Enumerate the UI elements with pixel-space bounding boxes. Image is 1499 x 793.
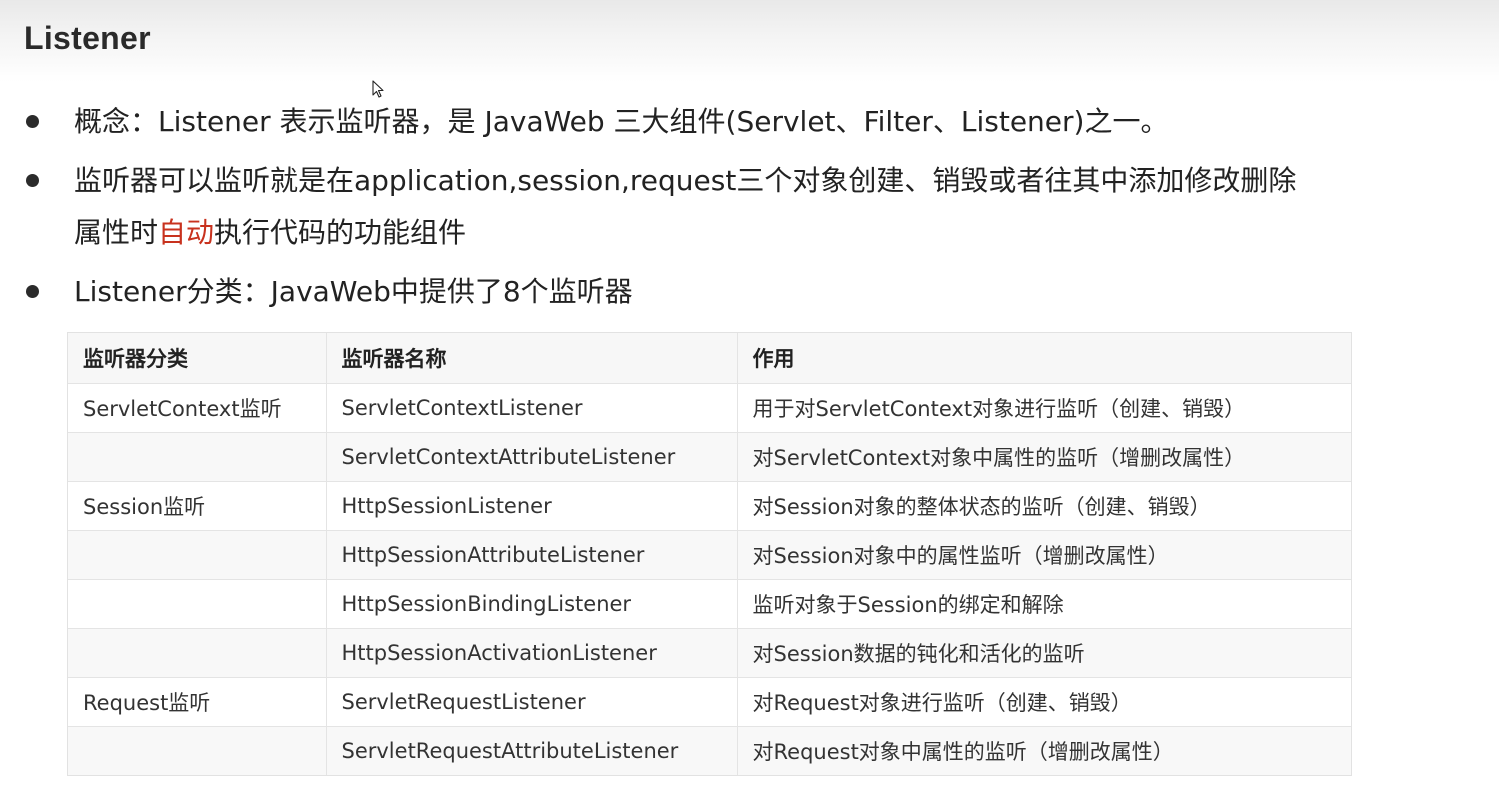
cell-purpose: 对Session对象的整体状态的监听（创建、销毁） — [737, 481, 1351, 531]
table-row: ServletContext监听 ServletContextListener … — [68, 383, 1351, 433]
cell-category — [68, 432, 327, 482]
cell-purpose: 用于对ServletContext对象进行监听（创建、销毁） — [737, 383, 1351, 433]
table-row: HttpSessionActivationListener 对Session数据… — [68, 628, 1351, 678]
table-row: Request监听 ServletRequestListener 对Reques… — [68, 677, 1351, 727]
cell-name: ServletRequestAttributeListener — [326, 726, 738, 775]
cell-name: HttpSessionAttributeListener — [326, 530, 738, 580]
text-before: 属性时 — [74, 216, 159, 249]
cell-name: HttpSessionBindingListener — [326, 579, 738, 629]
page-title: Listener — [24, 20, 151, 56]
cell-purpose: 监听对象于Session的绑定和解除 — [737, 579, 1351, 629]
bullet-text: Listener分类：JavaWeb中提供了8个监听器 — [74, 275, 633, 308]
header-category: 监听器分类 — [68, 333, 327, 384]
cell-category — [68, 530, 327, 580]
bullet-dot-icon — [26, 174, 39, 187]
cell-category: Request监听 — [68, 677, 327, 727]
text-after: 执行代码的功能组件 — [214, 216, 467, 249]
cell-name: ServletContextListener — [326, 383, 738, 433]
title-bar — [0, 0, 1499, 82]
table-row: HttpSessionBindingListener 监听对象于Session的… — [68, 579, 1351, 629]
listener-table: 监听器分类 监听器名称 作用 ServletContext监听 ServletC… — [67, 332, 1352, 776]
bullet-text-line1: 监听器可以监听就是在application,session,request三个对… — [74, 164, 1297, 197]
header-name: 监听器名称 — [326, 333, 738, 384]
bullet-dot-icon — [26, 115, 39, 128]
bullet-text-line2: 属性时自动执行代码的功能组件 — [74, 207, 466, 259]
cell-purpose: 对Session对象中的属性监听（增删改属性） — [737, 530, 1351, 580]
bullet-dot-icon — [26, 285, 39, 298]
cell-purpose: 对Request对象进行监听（创建、销毁） — [737, 677, 1351, 727]
cell-purpose: 对Request对象中属性的监听（增删改属性） — [737, 726, 1351, 775]
cell-category: ServletContext监听 — [68, 383, 327, 433]
cell-category — [68, 579, 327, 629]
cell-category: Session监听 — [68, 481, 327, 531]
cell-name: ServletRequestListener — [326, 677, 738, 727]
cell-purpose: 对Session数据的钝化和活化的监听 — [737, 628, 1351, 678]
highlight-text: 自动 — [158, 216, 215, 249]
cell-category — [68, 726, 327, 775]
bullet-text: 概念：Listener 表示监听器，是 JavaWeb 三大组件(Servlet… — [74, 105, 1169, 138]
cell-purpose: 对ServletContext对象中属性的监听（增删改属性） — [737, 432, 1351, 482]
cell-name: HttpSessionActivationListener — [326, 628, 738, 678]
table-row: ServletContextAttributeListener 对Servlet… — [68, 432, 1351, 482]
header-purpose: 作用 — [737, 333, 1351, 384]
table-row: HttpSessionAttributeListener 对Session对象中… — [68, 530, 1351, 580]
cell-name: ServletContextAttributeListener — [326, 432, 738, 482]
table-row: ServletRequestAttributeListener 对Request… — [68, 726, 1351, 775]
table-row: Session监听 HttpSessionListener 对Session对象… — [68, 481, 1351, 531]
cell-name: HttpSessionListener — [326, 481, 738, 531]
cell-category — [68, 628, 327, 678]
table-header-row: 监听器分类 监听器名称 作用 — [68, 333, 1351, 384]
